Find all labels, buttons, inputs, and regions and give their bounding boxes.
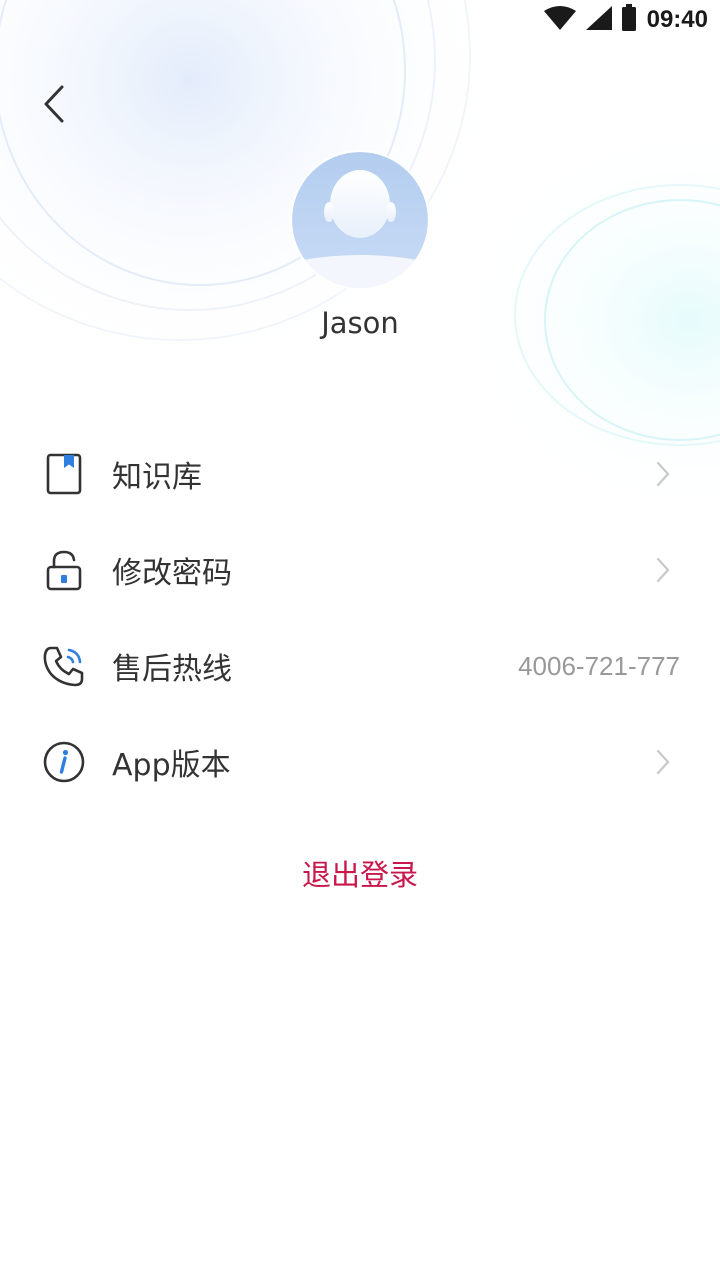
- book-icon: [42, 452, 86, 496]
- chevron-left-icon: [42, 84, 66, 128]
- menu-item-change-password[interactable]: 修改密码: [0, 522, 720, 618]
- phone-icon: [42, 644, 86, 688]
- menu-item-label: 知识库: [112, 460, 202, 495]
- user-name: Jason: [321, 306, 399, 340]
- menu-item-knowledge-base[interactable]: 知识库: [0, 426, 720, 522]
- status-bar: 09:40: [0, 0, 720, 40]
- chevron-right-icon: [656, 460, 674, 488]
- menu-item-service-hotline[interactable]: 售后热线 4006-721-777: [0, 618, 720, 714]
- chevron-right-icon: [656, 556, 674, 584]
- menu-item-label: App版本: [112, 748, 231, 783]
- logout-button[interactable]: 退出登录: [0, 852, 720, 894]
- menu-item-label: 售后热线: [112, 652, 232, 687]
- menu-item-label: 修改密码: [112, 556, 232, 591]
- back-button[interactable]: [34, 82, 74, 130]
- battery-icon: [621, 4, 637, 36]
- wifi-icon: [543, 5, 577, 35]
- status-time: 09:40: [646, 6, 708, 33]
- cell-signal-icon: [585, 5, 613, 35]
- lock-icon: [42, 548, 86, 592]
- info-icon: [42, 740, 86, 784]
- status-icons: 09:40: [543, 4, 708, 36]
- avatar[interactable]: [292, 152, 428, 288]
- menu-item-app-version[interactable]: App版本: [0, 714, 720, 810]
- settings-menu: 知识库 修改密码 售后热线 4006-721-777 App版本: [0, 426, 720, 810]
- chevron-right-icon: [656, 748, 674, 776]
- hotline-number[interactable]: 4006-721-777: [518, 651, 680, 682]
